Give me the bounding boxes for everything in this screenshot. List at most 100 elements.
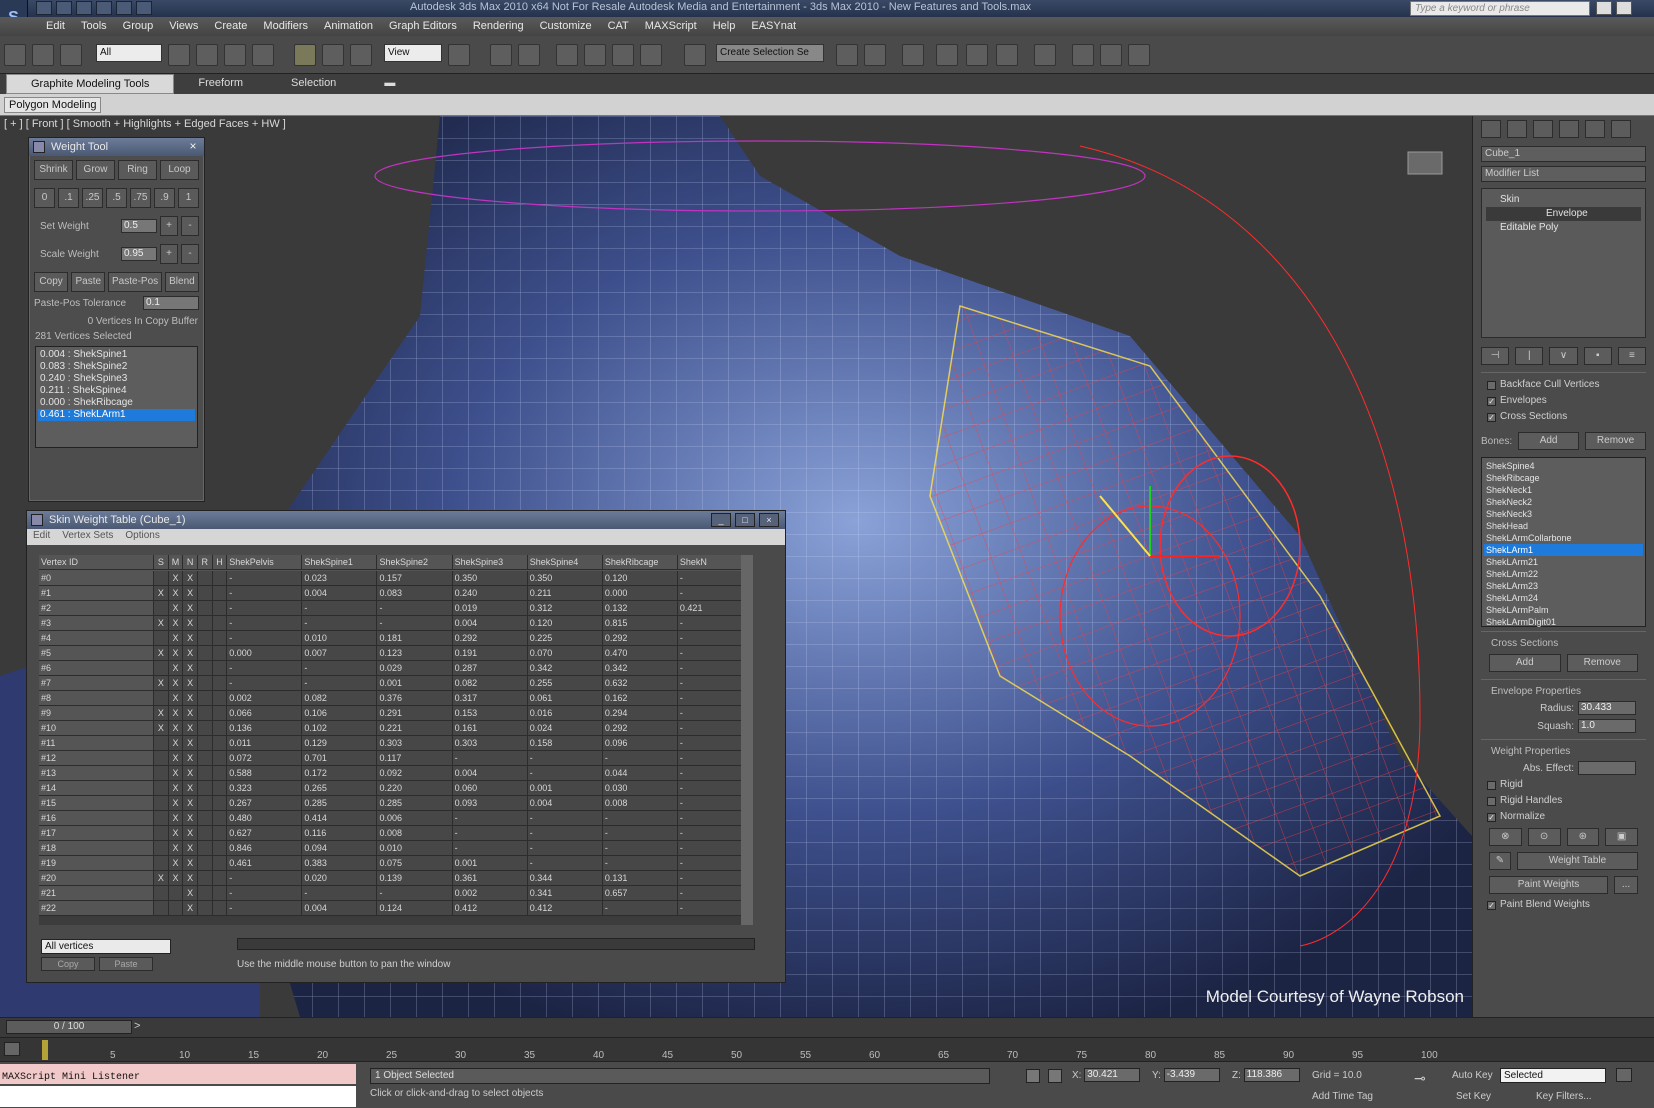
flag-cell[interactable]: X bbox=[168, 646, 184, 661]
table-row[interactable]: #9 X X X 0.066 0.106 0.291 0.153 0.016 0.294- bbox=[39, 706, 753, 721]
flag-cell[interactable] bbox=[154, 901, 169, 916]
display-tab-icon[interactable] bbox=[1585, 120, 1605, 138]
weight-cell[interactable]: 0.265 bbox=[302, 781, 378, 796]
weight-cell[interactable]: 0.220 bbox=[377, 781, 453, 796]
flag-cell[interactable]: X bbox=[168, 601, 184, 616]
flag-cell[interactable]: X bbox=[183, 751, 198, 766]
table-row[interactable]: #8 X X 0.002 0.082 0.376 0.317 0.061 0.162- bbox=[39, 691, 753, 706]
weight-cell[interactable]: 0.470 bbox=[602, 646, 678, 661]
flag-cell[interactable]: X bbox=[183, 646, 198, 661]
vertex-id-cell[interactable]: #9 bbox=[39, 706, 155, 721]
weight-cell[interactable]: 0.292 bbox=[602, 631, 678, 646]
percent-snap-icon[interactable] bbox=[612, 44, 634, 66]
weight-cell[interactable]: 0.846 bbox=[227, 841, 303, 856]
show-end-result-icon[interactable]: | bbox=[1515, 347, 1544, 365]
rotate-icon[interactable] bbox=[322, 44, 344, 66]
vertex-id-cell[interactable]: #17 bbox=[39, 826, 155, 841]
vertex-id-cell[interactable]: #3 bbox=[39, 616, 155, 631]
tab-freeform[interactable]: Freeform bbox=[174, 74, 267, 94]
flag-cell[interactable]: X bbox=[183, 661, 198, 676]
weight-cell[interactable]: 0.139 bbox=[377, 871, 453, 886]
table-row[interactable]: #3 X X X - - -0.004 0.120 0.815- bbox=[39, 616, 753, 631]
remove-bone-button[interactable]: Remove bbox=[1585, 432, 1647, 450]
vertex-id-cell[interactable]: #8 bbox=[39, 691, 155, 706]
weight-cell[interactable]: 0.292 bbox=[452, 631, 528, 646]
weight-cell[interactable]: 0.083 bbox=[377, 586, 453, 601]
flag-cell[interactable]: X bbox=[183, 766, 198, 781]
column-header[interactable]: ShekSpine2 bbox=[377, 555, 453, 570]
flag-cell[interactable] bbox=[154, 826, 169, 841]
weight-09-button[interactable]: .9 bbox=[154, 188, 175, 208]
flag-cell[interactable] bbox=[197, 706, 213, 721]
list-item[interactable]: 0.000 : ShekRibcage bbox=[38, 397, 195, 409]
vertex-id-cell[interactable]: #14 bbox=[39, 781, 155, 796]
weight-cell[interactable]: - bbox=[227, 571, 303, 586]
weight-cell[interactable]: - bbox=[227, 901, 303, 916]
flag-cell[interactable]: X bbox=[168, 811, 184, 826]
flag-cell[interactable]: X bbox=[168, 781, 184, 796]
weight-table-button[interactable]: Weight Table bbox=[1517, 852, 1638, 870]
weight-0-button[interactable]: 0 bbox=[34, 188, 55, 208]
flag-cell[interactable] bbox=[197, 676, 213, 691]
tab-polygon-modeling[interactable]: Polygon Modeling bbox=[4, 97, 102, 113]
weight-cell[interactable]: 0.323 bbox=[227, 781, 303, 796]
flag-cell[interactable]: X bbox=[168, 721, 184, 736]
maximize-icon[interactable]: □ bbox=[735, 513, 755, 527]
flag-cell[interactable]: X bbox=[183, 586, 198, 601]
flag-cell[interactable] bbox=[197, 766, 213, 781]
flag-cell[interactable]: X bbox=[183, 781, 198, 796]
weight-cell[interactable]: 0.020 bbox=[302, 871, 378, 886]
render-icon[interactable] bbox=[1128, 44, 1150, 66]
bone-list-item[interactable]: ShekNeck3 bbox=[1484, 508, 1643, 520]
flag-cell[interactable] bbox=[197, 886, 213, 901]
weight-cell[interactable]: - bbox=[227, 616, 303, 631]
list-item-selected[interactable]: 0.461 : ShekLArm1 bbox=[38, 409, 195, 421]
menu-group[interactable]: Group bbox=[115, 17, 162, 36]
weight-cell[interactable]: 0.120 bbox=[602, 571, 678, 586]
weight-cell[interactable]: 0.153 bbox=[452, 706, 528, 721]
column-header[interactable]: ShekSpine1 bbox=[302, 555, 378, 570]
list-item[interactable]: 0.004 : ShekSpine1 bbox=[38, 349, 195, 361]
flag-cell[interactable]: X bbox=[183, 886, 198, 901]
flag-cell[interactable]: X bbox=[168, 796, 184, 811]
weight-cell[interactable]: 0.066 bbox=[227, 706, 303, 721]
new-file-icon[interactable] bbox=[36, 1, 52, 15]
weight-cell[interactable]: - bbox=[527, 751, 603, 766]
mirror-icon[interactable] bbox=[836, 44, 858, 66]
weight-cell[interactable]: 0.221 bbox=[377, 721, 453, 736]
flag-cell[interactable]: X bbox=[168, 766, 184, 781]
weight-cell[interactable]: 0.004 bbox=[452, 616, 528, 631]
minimize-icon[interactable]: _ bbox=[711, 513, 731, 527]
table-row[interactable]: #22 X -0.004 0.124 0.412 0.412- - bbox=[39, 901, 753, 916]
flag-cell[interactable] bbox=[212, 706, 228, 721]
flag-cell[interactable] bbox=[154, 886, 169, 901]
window-crossing-icon[interactable] bbox=[252, 44, 274, 66]
table-row[interactable]: #5 X X X 0.000 0.007 0.123 0.191 0.070 0.470- bbox=[39, 646, 753, 661]
flag-cell[interactable]: X bbox=[183, 616, 198, 631]
menu-help[interactable]: Help bbox=[705, 17, 744, 36]
flag-cell[interactable]: X bbox=[183, 826, 198, 841]
redo-icon[interactable] bbox=[116, 1, 132, 15]
weight-cell[interactable]: 0.480 bbox=[227, 811, 303, 826]
flag-cell[interactable] bbox=[154, 601, 169, 616]
lock-selection-icon[interactable] bbox=[1026, 1069, 1040, 1083]
weight-cell[interactable]: 0.162 bbox=[602, 691, 678, 706]
modify-tab-icon[interactable] bbox=[1507, 120, 1527, 138]
flag-cell[interactable] bbox=[154, 661, 169, 676]
table-row[interactable]: #7 X X X - -0.001 0.082 0.255 0.632- bbox=[39, 676, 753, 691]
paint-blend-weights-checkbox[interactable]: ✓ Paint Blend Weights bbox=[1481, 897, 1646, 913]
weight-cell[interactable]: 0.030 bbox=[602, 781, 678, 796]
bone-list-item[interactable]: ShekNeck2 bbox=[1484, 496, 1643, 508]
flag-cell[interactable] bbox=[197, 751, 213, 766]
paste-button[interactable]: Paste bbox=[99, 957, 153, 971]
flag-cell[interactable] bbox=[212, 796, 228, 811]
tab-graphite-modeling-tools[interactable]: Graphite Modeling Tools bbox=[6, 74, 175, 94]
flag-cell[interactable] bbox=[168, 901, 184, 916]
weight-cell[interactable]: 0.044 bbox=[602, 766, 678, 781]
weight-025-button[interactable]: .25 bbox=[82, 188, 103, 208]
weight-cell[interactable]: 0.001 bbox=[452, 856, 528, 871]
vertex-id-cell[interactable]: #16 bbox=[39, 811, 155, 826]
weight-cell[interactable]: 0.317 bbox=[452, 691, 528, 706]
flag-cell[interactable] bbox=[197, 841, 213, 856]
flag-cell[interactable] bbox=[212, 826, 228, 841]
